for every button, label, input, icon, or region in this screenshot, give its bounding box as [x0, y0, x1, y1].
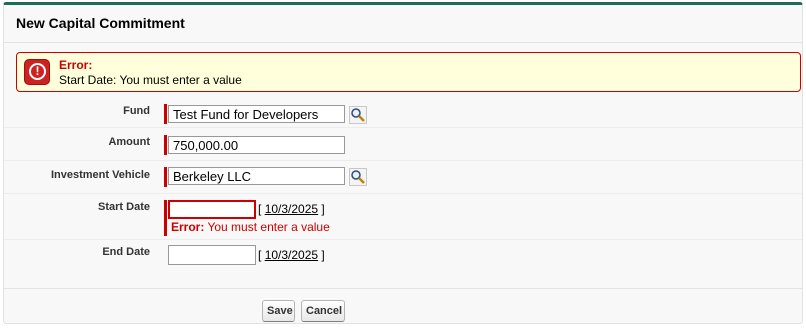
investment-vehicle-input[interactable]	[168, 167, 345, 185]
start-date-row: Start Date [ 10/3/2025 ] Error: You must…	[4, 194, 802, 240]
panel-header: New Capital Commitment	[4, 5, 802, 43]
investment-vehicle-row: Investment Vehicle	[4, 161, 802, 194]
start-date-input[interactable]	[168, 200, 256, 219]
investment-vehicle-label: Investment Vehicle	[50, 169, 150, 181]
lookup-icon[interactable]	[349, 168, 367, 186]
page-error-title: Error:	[59, 58, 93, 72]
page-error-text: Start Date: You must enter a value	[59, 73, 242, 87]
fund-label: Fund	[123, 105, 150, 117]
amount-row: Amount	[4, 128, 802, 161]
start-date-error: Error: You must enter a value	[171, 220, 330, 234]
button-bar: Save Cancel	[4, 288, 802, 326]
end-date-today: [ 10/3/2025 ]	[258, 248, 325, 262]
required-indicator	[164, 167, 167, 187]
error-icon: !	[24, 59, 50, 85]
fund-row: Fund	[4, 97, 802, 128]
required-indicator	[164, 135, 167, 155]
fund-input[interactable]	[168, 105, 345, 123]
required-indicator	[164, 104, 167, 124]
amount-label: Amount	[108, 136, 150, 148]
start-date-label: Start Date	[98, 201, 150, 213]
end-date-input[interactable]	[168, 245, 256, 265]
cancel-button[interactable]: Cancel	[301, 300, 345, 322]
start-date-today-link[interactable]: 10/3/2025	[265, 202, 318, 216]
end-date-row: End Date [ 10/3/2025 ]	[4, 240, 802, 273]
lookup-icon[interactable]	[349, 106, 367, 124]
start-date-error-label: Error:	[171, 220, 205, 234]
page-error-message: ! Error: Start Date: You must enter a va…	[16, 52, 801, 92]
amount-input[interactable]	[168, 136, 345, 154]
start-date-error-text: You must enter a value	[207, 220, 330, 234]
start-date-today: [ 10/3/2025 ]	[258, 202, 325, 216]
required-indicator	[164, 200, 167, 236]
end-date-label: End Date	[102, 246, 150, 258]
page-title: New Capital Commitment	[16, 15, 185, 31]
capital-commitment-panel: New Capital Commitment ! Error: Start Da…	[3, 2, 803, 324]
save-button[interactable]: Save	[262, 300, 295, 322]
end-date-today-link[interactable]: 10/3/2025	[265, 248, 318, 262]
